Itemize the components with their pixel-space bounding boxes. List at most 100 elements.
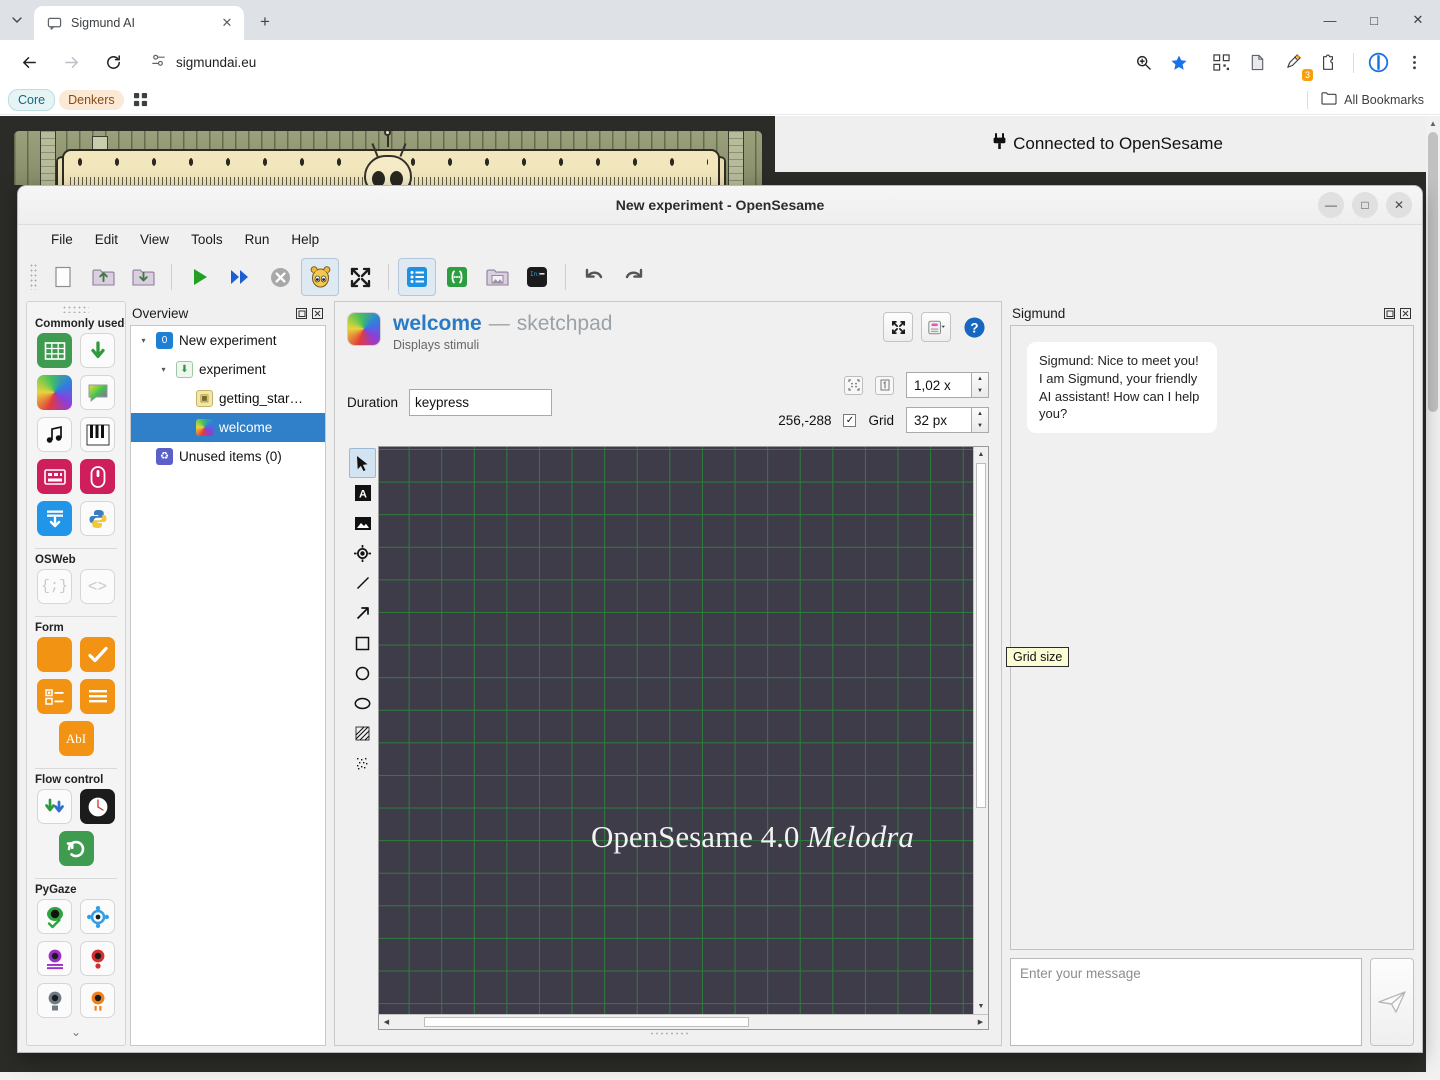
page-scrollbar-thumb[interactable] — [1428, 132, 1438, 412]
send-button[interactable] — [1370, 958, 1414, 1046]
circle-tool[interactable] — [349, 658, 376, 688]
browser-close-button[interactable]: ✕ — [1396, 0, 1440, 40]
zoom-value[interactable]: 1,02 x — [906, 372, 972, 398]
reset-feedback-item[interactable] — [80, 789, 115, 824]
zoom-icon[interactable] — [1128, 48, 1158, 78]
grid-size-spinbox[interactable]: 32 px ▲ ▼ — [906, 407, 989, 433]
extension-highlight-icon[interactable]: 3 — [1278, 48, 1313, 81]
run-in-window-button[interactable] — [221, 258, 259, 296]
close-icon[interactable]: ✕ — [218, 14, 236, 32]
canvas-horizontal-scrollbar[interactable]: ◀ ▶ — [379, 1014, 988, 1029]
arrow-tool[interactable] — [349, 598, 376, 628]
image-tool[interactable] — [349, 508, 376, 538]
zoom-spinbox[interactable]: 1,02 x ▲ ▼ — [906, 372, 989, 398]
toolbar-grip[interactable] — [30, 264, 38, 290]
sampler-item[interactable] — [37, 417, 72, 452]
new-tab-button[interactable]: + — [251, 8, 279, 36]
file-pool-button[interactable] — [478, 258, 516, 296]
os-minimize-button[interactable]: — — [1318, 192, 1344, 218]
open-file-button[interactable] — [84, 258, 122, 296]
chevron-down-icon[interactable]: ▾ — [137, 336, 150, 345]
form-base-item[interactable] — [37, 637, 72, 672]
maximize-editor-button[interactable] — [883, 312, 913, 342]
tune-icon[interactable] — [150, 52, 167, 74]
zoom-up-arrow-icon[interactable]: ▲ — [972, 373, 988, 385]
sketchpad-item[interactable] — [37, 375, 72, 410]
help-button[interactable]: ? — [959, 312, 989, 342]
console-button[interactable]: In: — [518, 258, 556, 296]
menu-run[interactable]: Run — [234, 229, 281, 250]
scroll-up-arrow-icon[interactable]: ▲ — [1426, 116, 1440, 130]
profile-icon[interactable] — [1363, 48, 1393, 78]
noise-patch-tool[interactable] — [349, 748, 376, 778]
fixation-dot-tool[interactable] — [349, 538, 376, 568]
pygaze-start-recording-item[interactable] — [80, 941, 115, 976]
editor-resize-grip[interactable] — [648, 1030, 688, 1039]
new-file-button[interactable] — [44, 258, 82, 296]
pygaze-stop-recording-item[interactable] — [37, 983, 72, 1018]
zoom-down-arrow-icon[interactable]: ▼ — [972, 385, 988, 397]
pygaze-drift-correct-item[interactable] — [80, 899, 115, 934]
inline-html-item[interactable]: <> — [80, 569, 115, 604]
undo-button[interactable] — [575, 258, 613, 296]
os-close-button[interactable]: ✕ — [1386, 192, 1412, 218]
menu-edit[interactable]: Edit — [84, 229, 129, 250]
variable-inspector-button[interactable] — [438, 258, 476, 296]
zoom-spin-arrows[interactable]: ▲ ▼ — [972, 372, 989, 398]
select-tool[interactable] — [349, 448, 376, 478]
redo-button[interactable] — [615, 258, 653, 296]
os-maximize-button[interactable]: □ — [1352, 192, 1378, 218]
menu-view[interactable]: View — [129, 229, 180, 250]
bookmark-denkers[interactable]: Denkers — [59, 89, 124, 110]
keyboard-response-item[interactable] — [37, 459, 72, 494]
browser-tab[interactable]: Sigmund AI ✕ — [34, 6, 244, 40]
fit-screen-icon[interactable] — [844, 375, 863, 395]
forward-button[interactable] — [55, 47, 87, 79]
vertical-scrollbar-thumb[interactable] — [976, 463, 986, 808]
opensesame-titlebar[interactable]: New experiment - OpenSesame — □ ✕ — [18, 186, 1422, 225]
tree-item-welcome[interactable]: welcome — [131, 413, 325, 442]
line-tool[interactable] — [349, 568, 376, 598]
chevron-double-down-icon[interactable]: ⌄ — [71, 1025, 81, 1039]
form-consent-item[interactable] — [80, 637, 115, 672]
grid-spin-arrows[interactable]: ▲ ▼ — [972, 407, 989, 433]
page-bottom-scrollbar[interactable] — [0, 1072, 1440, 1080]
grid-down-arrow-icon[interactable]: ▼ — [972, 420, 988, 432]
close-icon[interactable] — [311, 307, 324, 320]
canvas-vertical-scrollbar[interactable]: ▲ ▼ — [973, 447, 988, 1014]
float-icon[interactable] — [1383, 307, 1396, 320]
horizontal-scrollbar-thumb[interactable] — [424, 1017, 749, 1027]
quit-button[interactable] — [261, 258, 299, 296]
tree-item-unused-items[interactable]: ♻ Unused items (0) — [131, 442, 325, 471]
sketchpad-canvas[interactable]: OpenSesame 4.0 Melodra — [379, 447, 973, 1014]
tree-item-getting-started[interactable]: ▣ getting_star… — [131, 384, 325, 413]
repeat-cycle-item[interactable] — [58, 831, 94, 866]
message-input[interactable]: Enter your message — [1010, 958, 1362, 1046]
pygaze-wait-item[interactable] — [80, 983, 115, 1018]
form-text-input-item[interactable]: AbI — [58, 721, 94, 756]
close-icon[interactable] — [1399, 307, 1412, 320]
grid-up-arrow-icon[interactable]: ▲ — [972, 408, 988, 420]
zoom-100-icon[interactable] — [875, 375, 894, 395]
mouse-response-item[interactable] — [80, 459, 115, 494]
address-bar[interactable]: sigmundai.eu — [138, 46, 1113, 79]
save-file-button[interactable] — [124, 258, 162, 296]
chevron-down-icon[interactable]: ▾ — [157, 365, 170, 374]
rect-tool[interactable] — [349, 628, 376, 658]
apps-grid-icon[interactable] — [128, 89, 154, 111]
canvas-stimulus-text[interactable]: OpenSesame 4.0 Melodra — [591, 819, 914, 855]
pygaze-init-item[interactable] — [37, 899, 72, 934]
bookmark-star-icon[interactable] — [1164, 48, 1194, 78]
feedback-item[interactable] — [80, 375, 115, 410]
form-multiple-choice-item[interactable] — [37, 679, 72, 714]
view-script-button[interactable] — [921, 312, 951, 342]
tree-item-new-experiment[interactable]: ▾ 0 New experiment — [131, 326, 325, 355]
polygon-tool[interactable] — [349, 718, 376, 748]
scroll-left-arrow-icon[interactable]: ◀ — [379, 1015, 394, 1029]
grid-size-value[interactable]: 32 px — [906, 407, 972, 433]
run-fullscreen-button[interactable] — [181, 258, 219, 296]
overview-toggle-button[interactable] — [398, 258, 436, 296]
sequence-item[interactable] — [80, 333, 115, 368]
inline-javascript-item[interactable]: {;} — [37, 569, 72, 604]
float-icon[interactable] — [295, 307, 308, 320]
